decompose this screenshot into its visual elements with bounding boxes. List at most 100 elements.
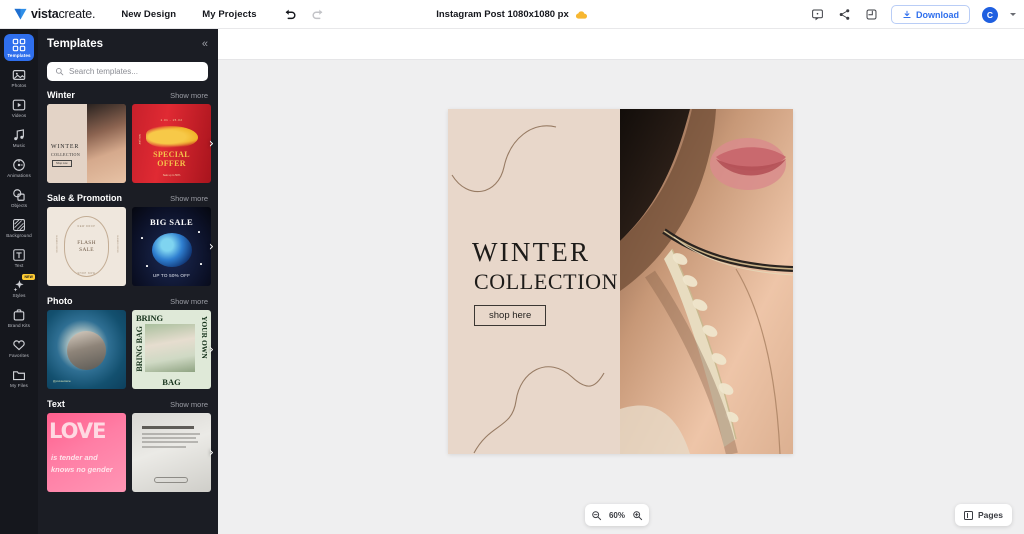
template-love-quote[interactable]: LOVE is tender and knows no gender [47,413,126,492]
artboard[interactable]: WINTER COLLECTION shop here [448,109,793,454]
rail-item-my-files[interactable]: My Files [4,364,34,391]
show-more-text[interactable]: Show more [170,400,208,409]
download-label: Download [916,9,959,20]
pages-icon [963,510,973,520]
card-subtitle: SALE [79,247,94,253]
show-more-winter[interactable]: Show more [170,91,208,100]
rail-label-background: Background [6,233,32,238]
rail-label-text: Text [14,263,24,268]
canvas-area[interactable]: WINTER COLLECTION shop here 60% Pages [218,60,1024,534]
zoom-control: 60% [585,504,649,526]
card-caption: @yourusername [53,380,71,383]
template-winter-collection[interactable]: WINTER COLLECTION Shop now [47,104,126,183]
rail-item-objects[interactable]: Objects [4,184,34,211]
download-icon [903,10,911,18]
rail-item-favorites[interactable]: Favorites [4,334,34,361]
rail-item-styles[interactable]: NEW Styles [4,274,35,301]
design-subtitle: COLLECTION [474,269,619,294]
zoom-level[interactable]: 60% [609,511,625,520]
card-line-2: is tender and [51,453,98,462]
avatar[interactable]: C [982,6,998,23]
template-special-offer[interactable]: 1.01 - 15.02 new year SPECIAL OFFER Sale… [132,104,211,183]
search-area: Search templates... [38,59,218,90]
rail-item-videos[interactable]: Videos [4,94,34,121]
zoom-out-icon[interactable] [591,510,602,521]
section-title-photo: Photo [47,296,73,306]
card-top-text: NEW DROP [77,225,96,228]
context-toolbar [218,29,1024,60]
carousel-next-sale[interactable]: › [209,240,214,253]
section-header-winter: Winter Show more [47,90,218,100]
rail-label-styles: Styles [12,293,26,298]
card-row-text: LOVE is tender and knows no gender › [47,413,218,492]
model-photo-illustration [620,109,793,454]
rail-item-text[interactable]: Text [4,244,34,271]
zoom-in-icon[interactable] [632,510,643,521]
redo-icon[interactable] [311,7,326,22]
carousel-next-winter[interactable]: › [209,137,214,150]
search-placeholder: Search templates... [69,67,138,76]
card-bottom-text: BAG [162,377,181,387]
decor-squiggle-bottom [473,366,605,454]
card-title: FLASH [77,240,96,246]
design-title: WINTER [472,237,591,267]
comment-icon[interactable] [810,7,825,22]
template-photo-couple[interactable]: @yourusername [47,310,126,389]
rail-item-photos[interactable]: Photos [4,64,34,91]
card-subtitle: COLLECTION [51,152,81,157]
templates-panel: Templates « Search templates... Winter S… [38,29,218,534]
rail-label-photos: Photos [11,83,27,88]
pages-button[interactable]: Pages [954,504,1012,526]
objects-icon [12,187,27,202]
vistacreate-logo[interactable]: vistacreate. [14,7,96,21]
panel-header: Templates « [38,29,218,59]
rail-item-music[interactable]: Music [4,124,34,151]
card-line-3: knows no gender [51,465,113,474]
rail-label-videos: Videos [11,113,27,118]
design-left-panel: WINTER COLLECTION shop here [448,109,620,454]
share-icon[interactable] [837,7,852,22]
chevron-down-icon[interactable] [1010,13,1016,16]
template-flash-sale[interactable]: NEW DROP SUMMER OFFER SUMMER OFFER FLASH… [47,207,126,286]
section-title-text: Text [47,399,65,409]
decor-squiggle-top [451,125,557,193]
template-big-sale[interactable]: BIG SALE UP TO 50% OFF [132,207,211,286]
background-icon [12,217,27,232]
resize-icon[interactable] [864,7,879,22]
section-photo: Photo Show more @yourusername BRING BRIN… [38,296,218,389]
section-header-photo: Photo Show more [47,296,218,306]
document-title[interactable]: Instagram Post 1080x1080 px [436,9,569,20]
section-sale-promotion: Sale & Promotion Show more NEW DROP SUMM… [38,193,218,286]
card-title: BIG SALE [149,217,194,227]
design-photo [620,109,793,454]
rail-item-templates[interactable]: Templates [4,34,34,61]
panel-title: Templates [47,38,104,50]
section-header-text: Text Show more [47,399,218,409]
favorites-icon [12,337,27,352]
show-more-sale[interactable]: Show more [170,194,208,203]
show-more-photo[interactable]: Show more [170,297,208,306]
collapse-chevron-icon[interactable]: « [202,38,208,50]
template-bring-bag[interactable]: BRING BRING BAG YOUR OWN BAG [132,310,211,389]
template-quote-card[interactable] [132,413,211,492]
rail-label-my-files: My Files [10,383,28,388]
templates-icon [12,37,27,52]
card-bottom-text: SHOP NOW [77,272,96,275]
my-files-icon [12,367,27,382]
rail-item-brand-kits[interactable]: Brand Kits [4,304,34,331]
nav-my-projects[interactable]: My Projects [202,9,256,20]
logo-triangle-icon [14,8,27,20]
rail-label-brand-kits: Brand Kits [7,323,31,328]
search-input[interactable]: Search templates... [47,62,208,81]
rail-item-background[interactable]: Background [4,214,34,241]
download-button[interactable]: Download [891,5,970,24]
section-title-winter: Winter [47,90,75,100]
card-button [154,477,188,483]
animations-icon [12,157,27,172]
undo-icon[interactable] [283,7,298,22]
carousel-next-text[interactable]: › [209,446,214,459]
design-shop-button[interactable]: shop here [474,305,547,326]
nav-new-design[interactable]: New Design [121,9,176,20]
carousel-next-photo[interactable]: › [209,343,214,356]
rail-item-animations[interactable]: Animations [4,154,34,181]
